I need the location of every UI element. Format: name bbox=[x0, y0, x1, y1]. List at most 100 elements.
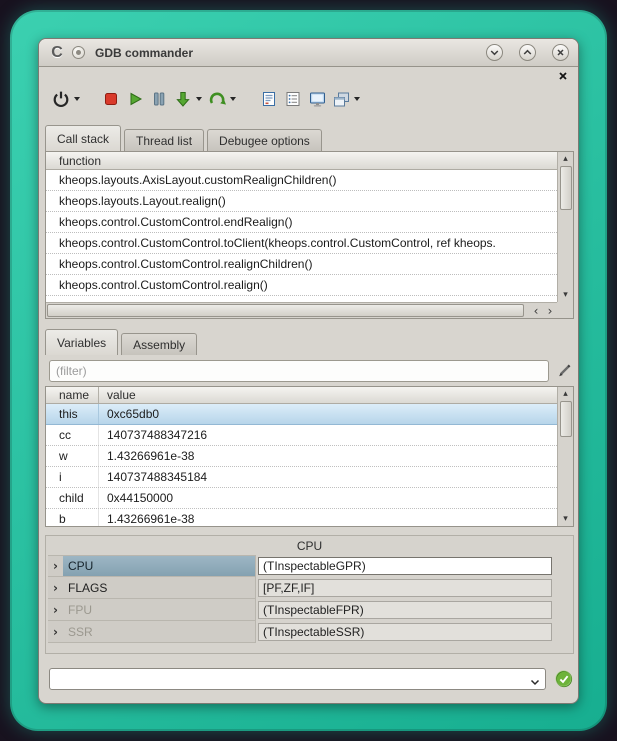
chevron-down-icon bbox=[490, 48, 499, 57]
vertical-scrollbar: ▴ ▾ bbox=[557, 152, 573, 302]
continue-menu-arrow[interactable] bbox=[230, 97, 236, 101]
gdb-command-input[interactable] bbox=[54, 670, 521, 688]
variable-row[interactable]: child 0x44150000 bbox=[46, 488, 557, 509]
dock-close-button[interactable] bbox=[557, 70, 569, 82]
command-row bbox=[45, 667, 574, 690]
cpu-register-row[interactable]: › FPU (TInspectableFPR) bbox=[48, 599, 571, 621]
pen-icon bbox=[556, 363, 572, 379]
windows-icon bbox=[332, 90, 351, 109]
stack-frame-row[interactable]: kheops.control.CustomControl.realign() bbox=[46, 275, 557, 296]
output-button[interactable] bbox=[281, 86, 305, 112]
stop-button[interactable] bbox=[99, 86, 123, 112]
gdb-command-combobox[interactable] bbox=[49, 668, 546, 690]
scroll-down-arrow[interactable]: ▾ bbox=[559, 512, 573, 526]
scrollbar-thumb[interactable] bbox=[560, 166, 572, 210]
stack-frame-row[interactable]: kheops.layouts.Layout.realign() bbox=[46, 191, 557, 212]
filter-row bbox=[45, 359, 574, 382]
register-value[interactable]: [PF,ZF,IF] bbox=[258, 579, 552, 597]
expander-arrow-icon[interactable]: › bbox=[48, 577, 63, 599]
variable-row[interactable]: b 1.43266961e-38 bbox=[46, 509, 557, 526]
variable-row[interactable]: cc 140737488347216 bbox=[46, 425, 557, 446]
tab-thread-list[interactable]: Thread list bbox=[124, 129, 204, 151]
chevron-up-icon bbox=[523, 48, 532, 57]
scrollbar-thumb[interactable] bbox=[47, 304, 524, 317]
close-button[interactable] bbox=[552, 44, 569, 61]
list-icon bbox=[284, 90, 302, 108]
combo-dropdown-button[interactable] bbox=[530, 675, 540, 689]
step-over-icon bbox=[208, 90, 227, 109]
scrollbar-thumb[interactable] bbox=[560, 401, 572, 437]
scrollbar-corner bbox=[557, 302, 573, 318]
check-circle-icon bbox=[555, 670, 573, 688]
scroll-down-arrow[interactable]: ▾ bbox=[559, 288, 573, 302]
scroll-left-arrow[interactable]: ‹ bbox=[529, 303, 543, 319]
tab-assembly[interactable]: Assembly bbox=[121, 333, 197, 355]
chevron-down-icon bbox=[530, 679, 540, 686]
power-menu-arrow[interactable] bbox=[74, 97, 80, 101]
scroll-up-arrow[interactable]: ▴ bbox=[559, 387, 573, 401]
cpu-inspector: › CPU (TInspectableGPR) › FLAGS [PF,ZF,I… bbox=[48, 555, 571, 643]
minimize-button[interactable] bbox=[486, 44, 503, 61]
maximize-button[interactable] bbox=[519, 44, 536, 61]
column-header-function[interactable]: function bbox=[46, 152, 557, 170]
run-button[interactable] bbox=[123, 86, 147, 112]
window-title: GDB commander bbox=[95, 46, 470, 60]
scroll-up-arrow[interactable]: ▴ bbox=[559, 152, 573, 166]
titlebar[interactable]: C GDB commander bbox=[39, 39, 578, 67]
variable-row[interactable]: i 140737488345184 bbox=[46, 467, 557, 488]
cpu-register-row[interactable]: › FLAGS [PF,ZF,IF] bbox=[48, 577, 571, 599]
stack-frame-row[interactable]: kheops.control.CustomControl.realignChil… bbox=[46, 254, 557, 275]
stack-frame-row[interactable]: kheops.layouts.AxisLayout.customRealignC… bbox=[46, 170, 557, 191]
target-button[interactable] bbox=[305, 86, 329, 112]
monitor-icon bbox=[308, 90, 327, 109]
pause-icon bbox=[150, 90, 168, 108]
stack-tabbar: Call stack Thread list Debugee options bbox=[45, 125, 325, 151]
play-icon bbox=[126, 90, 144, 108]
send-command-button[interactable] bbox=[554, 669, 574, 689]
stop-icon bbox=[102, 90, 120, 108]
filter-options-button[interactable] bbox=[554, 361, 574, 381]
close-icon bbox=[556, 48, 565, 57]
column-header-value[interactable]: value bbox=[99, 388, 136, 402]
gdb-widget-icon bbox=[72, 46, 85, 59]
eval-button[interactable] bbox=[257, 86, 281, 112]
variable-row[interactable]: w 1.43266961e-38 bbox=[46, 446, 557, 467]
gdb-commander-window: C GDB commander bbox=[38, 38, 579, 704]
screenshot-frame: C GDB commander bbox=[10, 10, 607, 731]
variables-header: name value bbox=[46, 387, 557, 404]
scroll-right-arrow[interactable]: › bbox=[543, 303, 557, 319]
expander-arrow-icon[interactable]: › bbox=[48, 599, 63, 621]
pause-button[interactable] bbox=[147, 86, 171, 112]
continue-button[interactable] bbox=[205, 86, 229, 112]
tab-debugee-options[interactable]: Debugee options bbox=[207, 129, 322, 151]
step-button[interactable] bbox=[171, 86, 195, 112]
tab-variables[interactable]: Variables bbox=[45, 329, 118, 355]
variable-row[interactable]: this 0xc65db0 bbox=[46, 404, 557, 425]
cpu-group-title: CPU bbox=[46, 539, 573, 553]
horizontal-scrollbar: ‹ › bbox=[46, 302, 557, 318]
filter-input[interactable] bbox=[49, 360, 549, 382]
register-value-editor[interactable]: (TInspectableGPR) bbox=[258, 557, 552, 575]
stack-frame-row[interactable]: kheops.control.CustomControl.toClient(kh… bbox=[46, 233, 557, 254]
cpu-register-row[interactable]: › SSR (TInspectableSSR) bbox=[48, 621, 571, 643]
register-value[interactable]: (TInspectableSSR) bbox=[258, 623, 552, 641]
layout-button[interactable] bbox=[329, 86, 353, 112]
stack-frame-row[interactable]: kheops.control.CustomControl.endRealign(… bbox=[46, 212, 557, 233]
expander-arrow-icon[interactable]: › bbox=[48, 621, 63, 643]
register-value[interactable]: (TInspectableFPR) bbox=[258, 601, 552, 619]
call-stack-panel: function kheops.layouts.AxisLayout.custo… bbox=[45, 151, 574, 319]
cpu-register-row[interactable]: › CPU (TInspectableGPR) bbox=[48, 555, 571, 577]
tab-call-stack[interactable]: Call stack bbox=[45, 125, 121, 151]
layout-menu-arrow[interactable] bbox=[354, 97, 360, 101]
debug-toolbar bbox=[49, 85, 570, 113]
power-button[interactable] bbox=[49, 86, 73, 112]
cpu-groupbox: CPU › CPU (TInspectableGPR) › FLAGS [PF,… bbox=[45, 535, 574, 654]
expander-arrow-icon[interactable]: › bbox=[48, 555, 63, 577]
document-icon bbox=[260, 90, 278, 108]
step-menu-arrow[interactable] bbox=[196, 97, 202, 101]
variables-list: this 0xc65db0 cc 140737488347216 w 1.432… bbox=[46, 404, 557, 526]
step-into-icon bbox=[174, 90, 192, 108]
variables-panel: name value this 0xc65db0 cc 140737488347… bbox=[45, 386, 574, 527]
column-header-name[interactable]: name bbox=[46, 387, 99, 403]
power-icon bbox=[51, 89, 71, 109]
